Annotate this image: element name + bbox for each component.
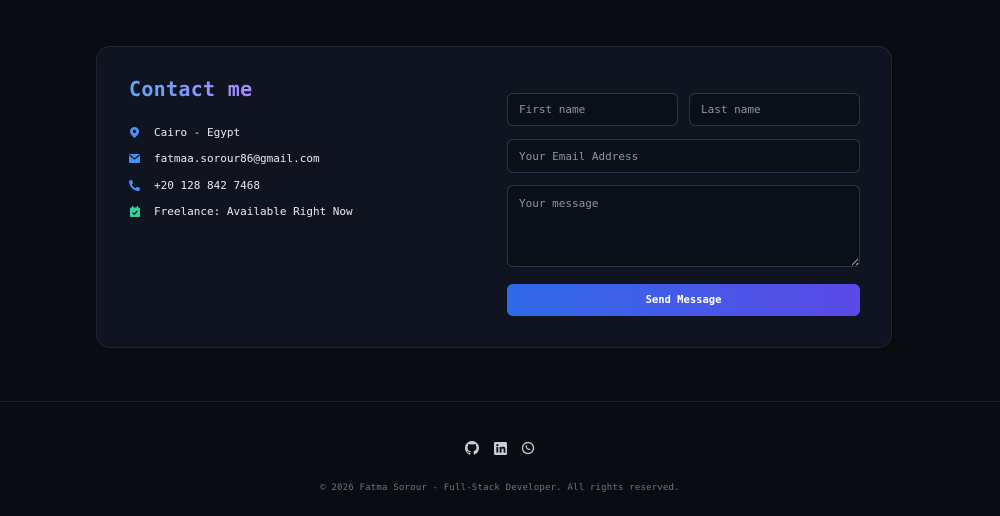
send-message-button[interactable]: Send Message [507,284,860,316]
whatsapp-icon[interactable] [521,441,535,455]
phone-icon [129,179,140,191]
message-textarea[interactable] [507,185,860,267]
footer-divider [0,401,1000,402]
contact-item-phone: +20 128 842 7468 [129,172,353,199]
contact-card: Contact me Cairo - Egypt fatmaa.sorour86… [96,46,892,348]
location-pin-icon [129,126,140,138]
social-links [0,441,1000,455]
contact-title: Contact me [129,77,253,101]
contact-item-text[interactable]: +20 128 842 7468 [154,179,260,192]
email-input[interactable] [507,139,860,173]
contact-item-text[interactable]: fatmaa.sorour86@gmail.com [154,152,320,165]
footer-copyright: © 2026 Fatma Sorour - Full-Stack Develop… [320,483,680,493]
envelope-icon [129,153,140,164]
calendar-check-icon [129,206,140,218]
last-name-input[interactable] [689,93,860,126]
github-icon[interactable] [465,441,479,455]
contact-item-text: Freelance: Available Right Now [154,205,353,219]
contact-item-text: Cairo - Egypt [154,125,241,139]
contact-item-availability: Freelance: Available Right Now [129,199,353,226]
linkedin-icon[interactable] [493,441,507,455]
contact-item-location: Cairo - Egypt [129,119,353,146]
contact-item-email: fatmaa.sorour86@gmail.com [129,146,353,173]
first-name-input[interactable] [507,93,678,126]
contact-info-list: Cairo - Egypt fatmaa.sorour86@gmail.com … [129,119,353,225]
